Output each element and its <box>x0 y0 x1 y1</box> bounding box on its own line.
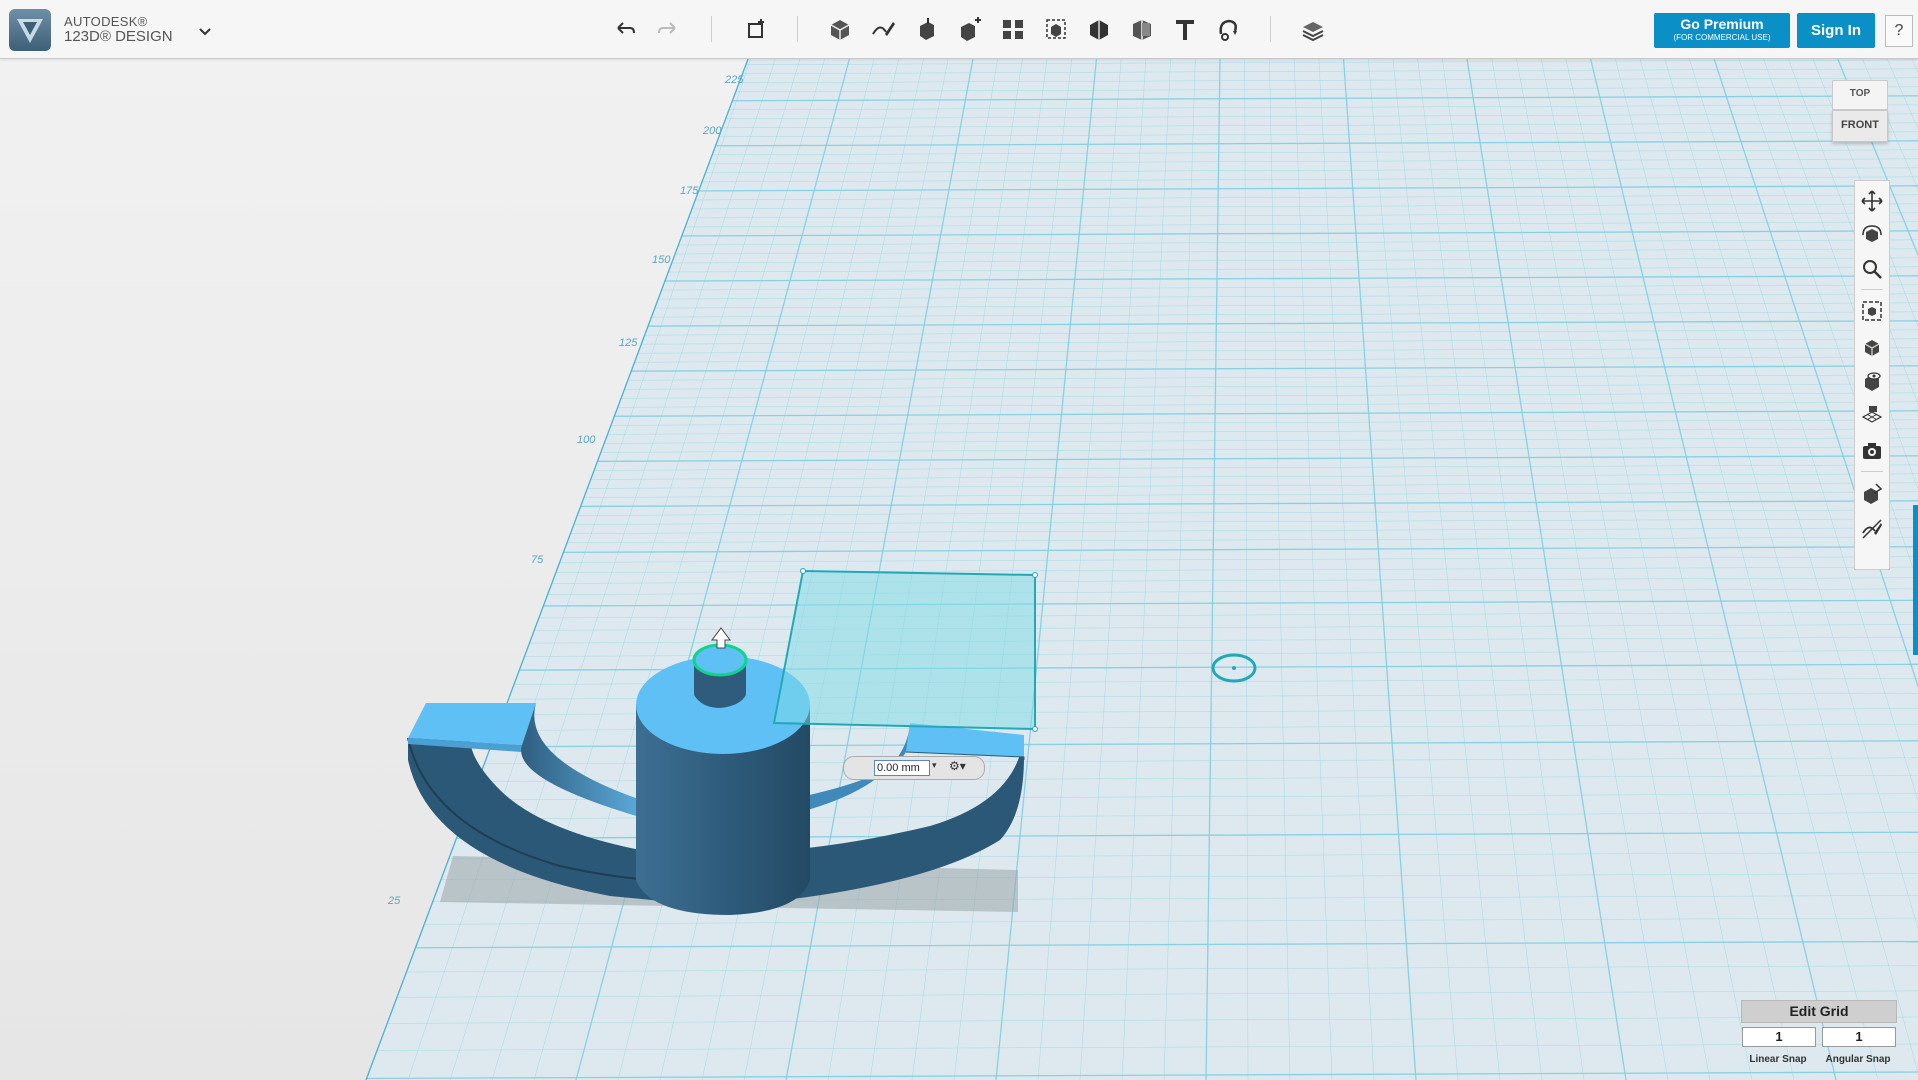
gear-icon[interactable]: ⚙▾ <box>949 759 966 773</box>
ruler-label: 200 <box>702 125 722 137</box>
app-brand: AUTODESK® 123D® DESIGN <box>64 14 173 44</box>
pattern-icon[interactable] <box>998 14 1028 44</box>
brand-product: 123D® DESIGN <box>64 28 173 45</box>
chevron-down-icon[interactable] <box>196 22 214 40</box>
linear-snap-label: Linear Snap <box>1749 1054 1807 1065</box>
dimension-input-box: ▾ ⚙▾ <box>843 756 985 780</box>
sketch-visibility-icon[interactable] <box>1860 517 1884 541</box>
fit-icon[interactable] <box>1860 299 1884 323</box>
edit-grid-panel: Edit Grid 1 1 Linear Snap Angular Snap <box>1741 1000 1897 1072</box>
linear-snap-input[interactable]: 1 <box>1742 1027 1816 1047</box>
premium-label: Go Premium <box>1680 16 1764 32</box>
ruler-label: 75 <box>531 554 544 566</box>
modify-icon[interactable] <box>955 14 985 44</box>
snap-icon[interactable] <box>1213 14 1243 44</box>
ruler-label: 25 <box>387 895 401 907</box>
sign-in-button[interactable]: Sign In <box>1797 13 1875 48</box>
ruler-label: 100 <box>577 434 596 446</box>
grouping-icon[interactable] <box>1041 14 1071 44</box>
material-icon[interactable] <box>1298 14 1328 44</box>
view-cube-top[interactable]: TOP <box>1832 80 1888 110</box>
3d-viewport[interactable]: 225 200 175 150 125 100 75 25 0.00 mm ▾ … <box>0 59 1918 1080</box>
material-icon[interactable] <box>1860 481 1884 505</box>
premium-sub-label: (FOR COMMERCIAL USE) <box>1673 33 1771 42</box>
measure-icon[interactable] <box>1127 14 1157 44</box>
top-toolbar: AUTODESK® 123D® DESIGN Go Premium (FOR C… <box>0 0 1918 59</box>
help-button[interactable]: ? <box>1885 15 1913 47</box>
visibility-icon[interactable] <box>1860 369 1884 393</box>
undo-icon[interactable] <box>610 14 640 44</box>
edit-grid-button[interactable]: Edit Grid <box>1741 1000 1897 1023</box>
zoom-icon[interactable] <box>1860 257 1884 281</box>
grid-icon[interactable] <box>1860 403 1884 427</box>
panel-toggle[interactable] <box>1913 505 1918 655</box>
text-icon[interactable] <box>1170 14 1200 44</box>
dropdown-arrow-icon[interactable]: ▾ <box>932 760 937 771</box>
selected-face[interactable] <box>692 643 748 677</box>
view-cube[interactable]: TOP FRONT <box>1832 80 1888 150</box>
ruler-label: 150 <box>652 254 671 266</box>
view-cube-front[interactable]: FRONT <box>1832 110 1888 142</box>
angular-snap-label: Angular Snap <box>1825 1054 1891 1065</box>
orbit-icon[interactable] <box>1860 223 1884 247</box>
navigation-bar <box>1854 180 1890 570</box>
combine-icon[interactable] <box>1084 14 1114 44</box>
view-icon[interactable] <box>1860 335 1884 359</box>
go-premium-button[interactable]: Go Premium (FOR COMMERCIAL USE) <box>1654 13 1790 48</box>
angular-snap-input[interactable]: 1 <box>1822 1027 1896 1047</box>
ruler-label: 225 <box>724 74 744 86</box>
sketch-rectangle[interactable] <box>772 569 1036 731</box>
construct-icon[interactable] <box>912 14 942 44</box>
app-logo[interactable] <box>9 9 51 51</box>
transform-icon[interactable] <box>741 14 771 44</box>
ruler-label: 175 <box>680 185 699 197</box>
snapshot-icon[interactable] <box>1860 439 1884 463</box>
primitives-icon[interactable] <box>825 14 855 44</box>
scene-canvas[interactable]: 225 200 175 150 125 100 75 25 <box>0 59 1918 1080</box>
pan-icon[interactable] <box>1860 189 1884 213</box>
sketch-icon[interactable] <box>868 14 898 44</box>
ruler-label: 125 <box>619 337 638 349</box>
dimension-value-input[interactable] <box>874 760 930 776</box>
redo-icon[interactable] <box>653 14 683 44</box>
brand-autodesk: AUTODESK® <box>64 14 148 29</box>
